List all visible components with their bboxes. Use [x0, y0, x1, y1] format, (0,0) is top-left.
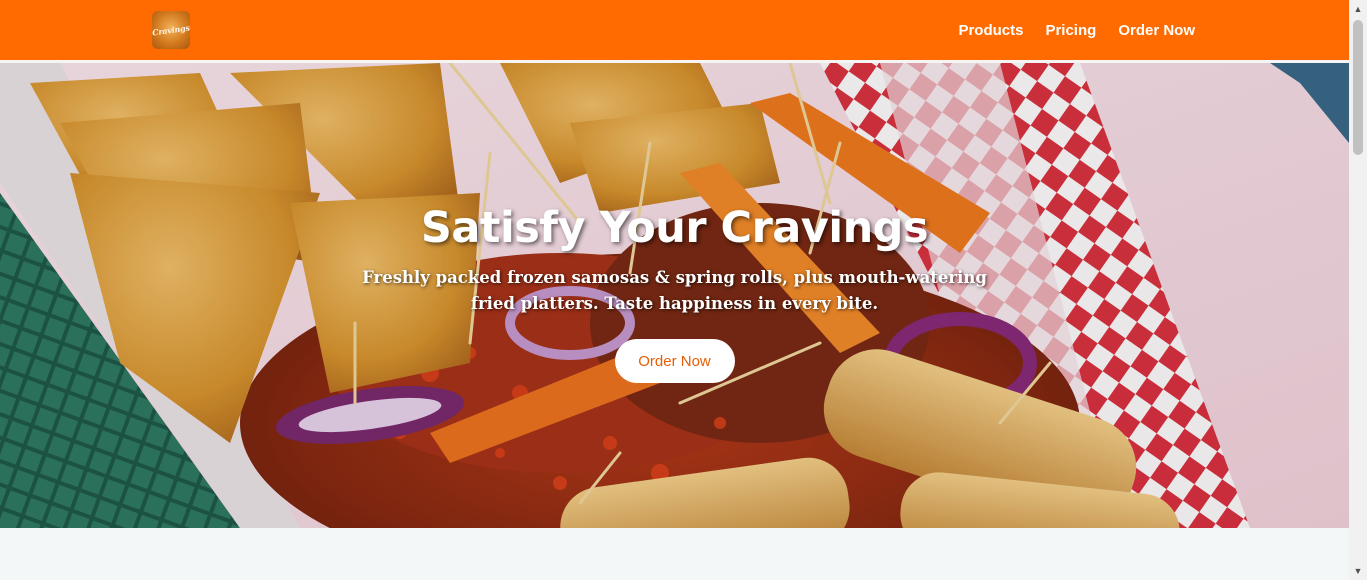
hero-content: Satisfy Your Cravings Freshly packed fro… — [0, 63, 1349, 528]
logo[interactable]: Cravings — [152, 11, 190, 49]
hero-title: Satisfy Your Cravings — [420, 203, 929, 253]
nav-link-pricing[interactable]: Pricing — [1045, 22, 1096, 39]
order-now-button[interactable]: Order Now — [614, 339, 735, 383]
next-section — [0, 528, 1349, 580]
main-nav: Products Pricing Order Now — [958, 0, 1195, 60]
chevron-up-icon[interactable]: ▲ — [1349, 0, 1367, 18]
logo-text: Cravings — [151, 22, 191, 38]
scrollbar-thumb[interactable] — [1353, 20, 1363, 155]
chevron-down-icon[interactable]: ▼ — [1349, 562, 1367, 580]
hero-subtitle: Freshly packed frozen samosas & spring r… — [362, 268, 987, 313]
nav-link-products[interactable]: Products — [958, 22, 1023, 39]
hero-section: Satisfy Your Cravings Freshly packed fro… — [0, 63, 1349, 528]
site-header: Cravings Products Pricing Order Now — [0, 0, 1349, 63]
vertical-scrollbar[interactable]: ▲ ▼ — [1349, 0, 1367, 580]
nav-link-order-now[interactable]: Order Now — [1118, 22, 1195, 39]
page: Cravings Products Pricing Order Now Sati… — [0, 0, 1349, 580]
